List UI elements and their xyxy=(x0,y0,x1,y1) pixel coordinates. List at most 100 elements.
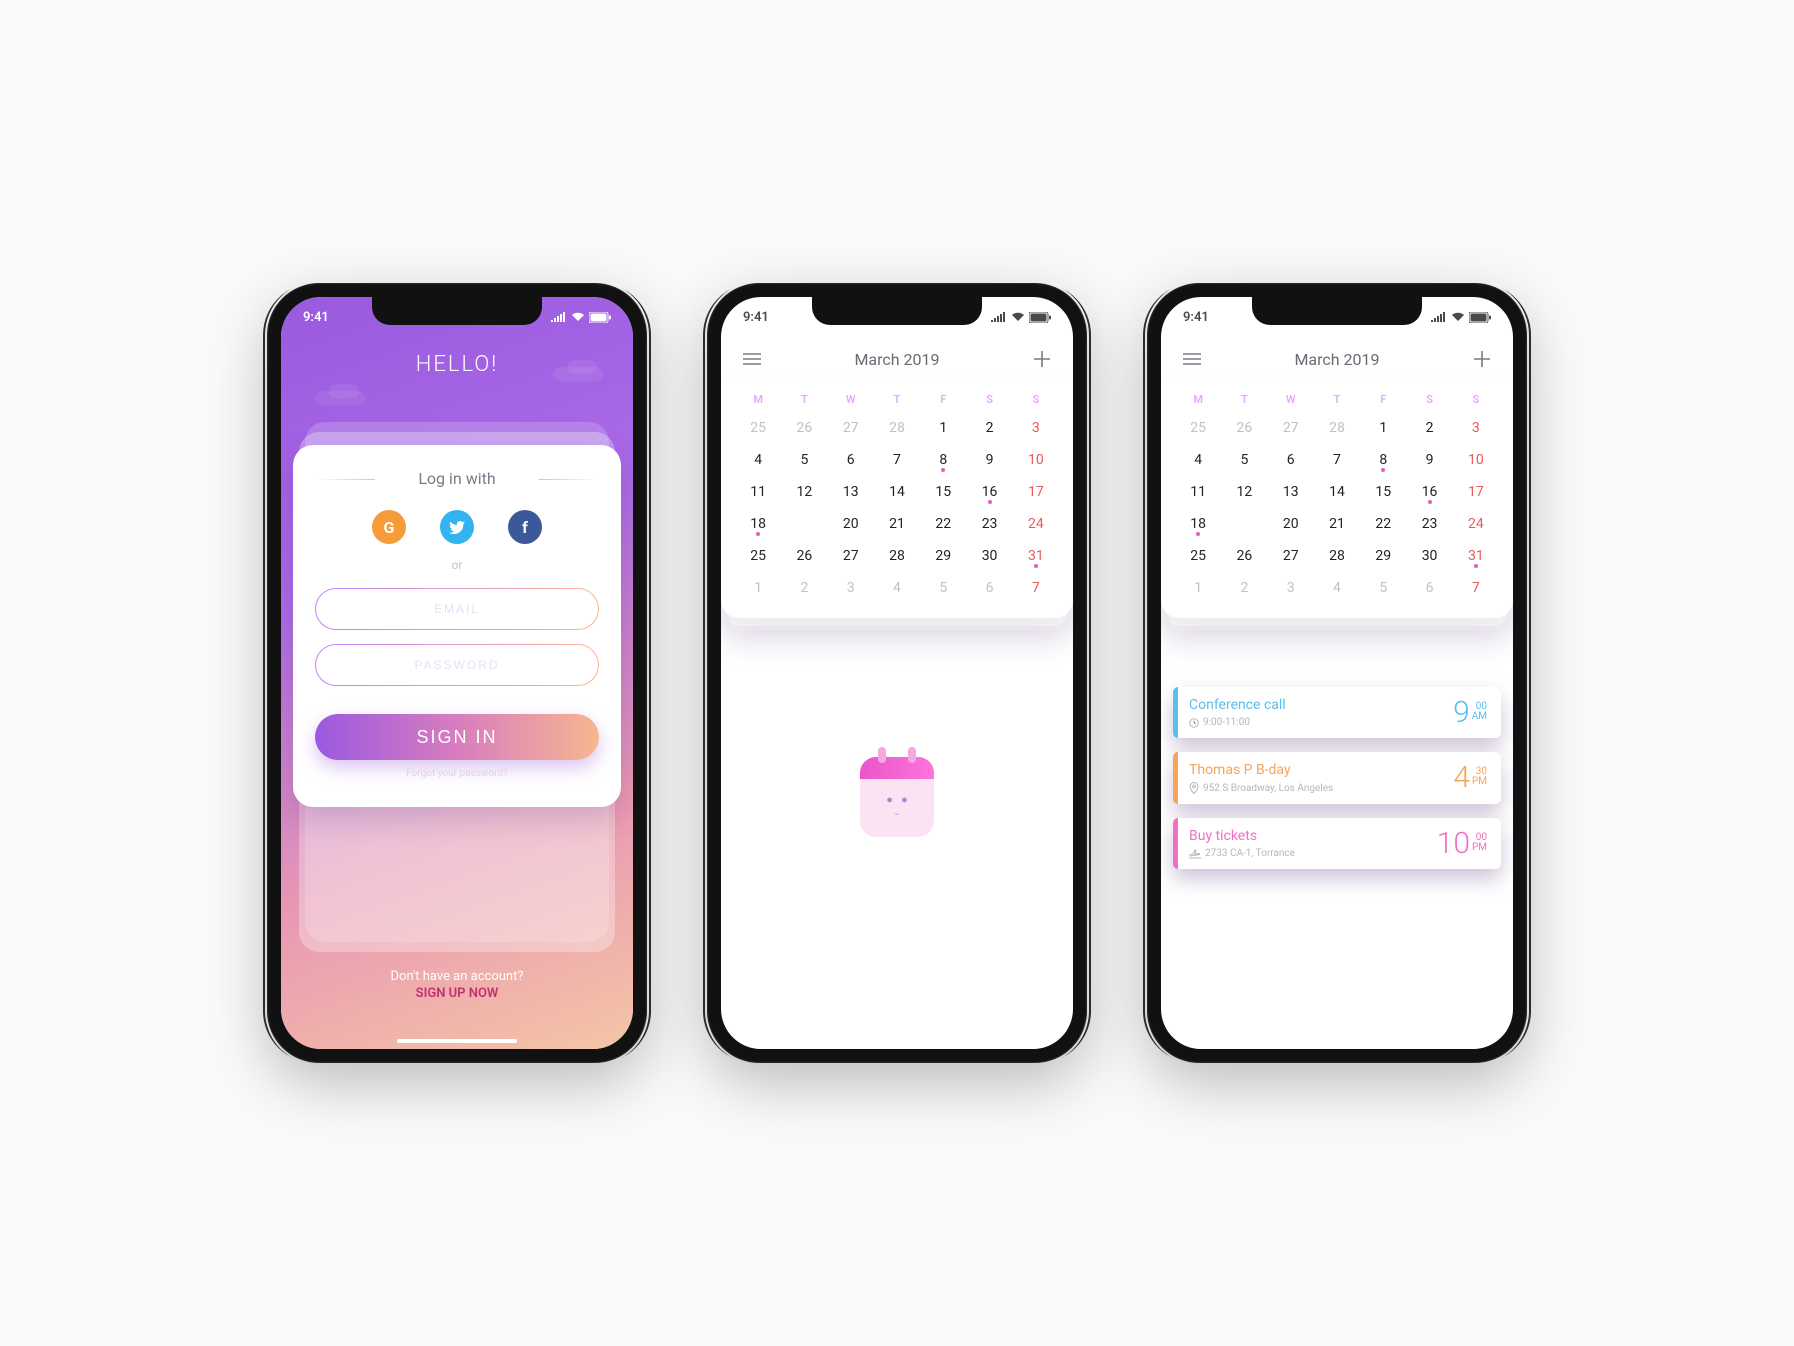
calendar-day[interactable]: 13 xyxy=(1268,476,1314,508)
calendar-day[interactable]: 3 xyxy=(828,572,874,604)
calendar-day[interactable]: 12 xyxy=(781,476,827,508)
calendar-day[interactable]: 28 xyxy=(874,540,920,572)
calendar-day[interactable]: 16 xyxy=(966,476,1012,508)
calendar-day[interactable]: 27 xyxy=(1268,540,1314,572)
calendar-day[interactable]: 10 xyxy=(1453,444,1499,476)
calendar-day[interactable]: 28 xyxy=(1314,412,1360,444)
calendar-day[interactable]: 7 xyxy=(874,444,920,476)
calendar-day[interactable]: 25 xyxy=(1175,412,1221,444)
calendar-day[interactable]: 3 xyxy=(1453,412,1499,444)
calendar-day[interactable]: 26 xyxy=(1221,540,1267,572)
calendar-day[interactable]: 23 xyxy=(1406,508,1452,540)
calendar-day[interactable]: 23 xyxy=(966,508,1012,540)
calendar-day[interactable]: 22 xyxy=(920,508,966,540)
calendar-day[interactable]: 8 xyxy=(1360,444,1406,476)
calendar-day[interactable]: 26 xyxy=(1221,412,1267,444)
calendar-day[interactable]: 6 xyxy=(1268,444,1314,476)
calendar-day[interactable]: 27 xyxy=(828,412,874,444)
calendar-day[interactable]: 21 xyxy=(1314,508,1360,540)
calendar-day[interactable]: 1 xyxy=(1360,412,1406,444)
calendar-day[interactable]: 31 xyxy=(1013,540,1059,572)
calendar-day[interactable]: 14 xyxy=(1314,476,1360,508)
calendar-day[interactable]: 7 xyxy=(1453,572,1499,604)
calendar-day[interactable]: 25 xyxy=(1175,540,1221,572)
calendar-day[interactable]: 11 xyxy=(1175,476,1221,508)
calendar-day[interactable]: 3 xyxy=(1268,572,1314,604)
calendar-day[interactable]: 4 xyxy=(1175,444,1221,476)
calendar-day[interactable]: 13 xyxy=(828,476,874,508)
calendar-day[interactable]: 1 xyxy=(735,572,781,604)
twitter-login-button[interactable] xyxy=(440,510,474,544)
menu-icon[interactable] xyxy=(1181,348,1203,370)
calendar-day[interactable]: 28 xyxy=(874,412,920,444)
calendar-day[interactable]: 18 xyxy=(735,508,781,540)
calendar-day[interactable]: 31 xyxy=(1453,540,1499,572)
calendar-day[interactable]: 19 xyxy=(781,508,827,540)
calendar-day[interactable]: 16 xyxy=(1406,476,1452,508)
calendar-day[interactable]: 30 xyxy=(966,540,1012,572)
forgot-password-link[interactable]: Forgot your password? xyxy=(315,768,599,779)
google-login-button[interactable]: G xyxy=(372,510,406,544)
calendar-day[interactable]: 21 xyxy=(874,508,920,540)
add-event-button[interactable] xyxy=(1471,348,1493,370)
calendar-day[interactable]: 1 xyxy=(1175,572,1221,604)
signin-button[interactable]: SIGN IN xyxy=(315,714,599,760)
calendar-day[interactable]: 17 xyxy=(1453,476,1499,508)
calendar-day[interactable]: 3 xyxy=(1013,412,1059,444)
month-title[interactable]: March 2019 xyxy=(854,350,939,369)
calendar-day[interactable]: 5 xyxy=(1221,444,1267,476)
calendar-day[interactable]: 11 xyxy=(735,476,781,508)
calendar-day[interactable]: 2 xyxy=(966,412,1012,444)
calendar-day[interactable]: 24 xyxy=(1013,508,1059,540)
calendar-day[interactable]: 17 xyxy=(1013,476,1059,508)
month-title[interactable]: March 2019 xyxy=(1294,350,1379,369)
calendar-day[interactable]: 2 xyxy=(1221,572,1267,604)
calendar-day[interactable]: 4 xyxy=(1314,572,1360,604)
facebook-login-button[interactable]: f xyxy=(508,510,542,544)
calendar-day[interactable]: 6 xyxy=(966,572,1012,604)
calendar-day[interactable]: 20 xyxy=(828,508,874,540)
calendar-day[interactable]: 27 xyxy=(828,540,874,572)
calendar-day[interactable]: 24 xyxy=(1453,508,1499,540)
event-card[interactable]: Buy tickets2733 CA-1, Torrance1000PM xyxy=(1173,818,1501,869)
calendar-day[interactable]: 5 xyxy=(1360,572,1406,604)
calendar-day[interactable]: 14 xyxy=(874,476,920,508)
calendar-day[interactable]: 9 xyxy=(966,444,1012,476)
calendar-day[interactable]: 25 xyxy=(735,540,781,572)
calendar-day[interactable]: 27 xyxy=(1268,412,1314,444)
add-event-button[interactable] xyxy=(1031,348,1053,370)
calendar-day[interactable]: 4 xyxy=(735,444,781,476)
calendar-day[interactable]: 4 xyxy=(874,572,920,604)
calendar-day[interactable]: 5 xyxy=(920,572,966,604)
calendar-day[interactable]: 25 xyxy=(735,412,781,444)
calendar-day[interactable]: 15 xyxy=(1360,476,1406,508)
home-indicator[interactable] xyxy=(837,1039,957,1043)
calendar-day[interactable]: 2 xyxy=(781,572,827,604)
calendar-day[interactable]: 26 xyxy=(781,540,827,572)
calendar-day[interactable]: 10 xyxy=(1013,444,1059,476)
calendar-day[interactable]: 5 xyxy=(781,444,827,476)
signup-link[interactable]: SIGN UP NOW xyxy=(281,986,633,1001)
calendar-day[interactable]: 28 xyxy=(1314,540,1360,572)
calendar-day[interactable]: 29 xyxy=(1360,540,1406,572)
calendar-day[interactable]: 1 xyxy=(920,412,966,444)
home-indicator[interactable] xyxy=(1277,1039,1397,1043)
calendar-day[interactable]: 7 xyxy=(1013,572,1059,604)
calendar-day[interactable]: 22 xyxy=(1360,508,1406,540)
calendar-day[interactable]: 7 xyxy=(1314,444,1360,476)
calendar-day[interactable]: 26 xyxy=(781,412,827,444)
calendar-day[interactable]: 15 xyxy=(920,476,966,508)
calendar-day[interactable]: 30 xyxy=(1406,540,1452,572)
calendar-day[interactable]: 8 xyxy=(920,444,966,476)
calendar-day[interactable]: 2 xyxy=(1406,412,1452,444)
menu-icon[interactable] xyxy=(741,348,763,370)
calendar-day[interactable]: 12 xyxy=(1221,476,1267,508)
calendar-day[interactable]: 19 xyxy=(1221,508,1267,540)
calendar-day[interactable]: 6 xyxy=(1406,572,1452,604)
event-card[interactable]: Thomas P B-day952 S Broadway, Los Angele… xyxy=(1173,752,1501,804)
calendar-day[interactable]: 20 xyxy=(1268,508,1314,540)
calendar-day[interactable]: 29 xyxy=(920,540,966,572)
scroll-down-icon[interactable] xyxy=(1326,1021,1348,1033)
calendar-day[interactable]: 9 xyxy=(1406,444,1452,476)
calendar-day[interactable]: 6 xyxy=(828,444,874,476)
